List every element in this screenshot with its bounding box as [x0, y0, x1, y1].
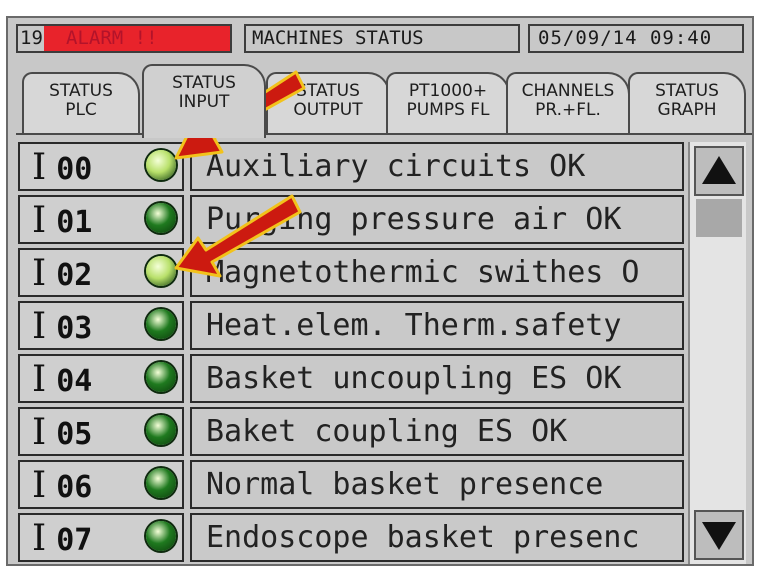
tab-1[interactable]: STATUS INPUT — [142, 64, 266, 138]
red-arrow-icon — [174, 194, 302, 278]
annotation-overlay — [174, 70, 306, 278]
